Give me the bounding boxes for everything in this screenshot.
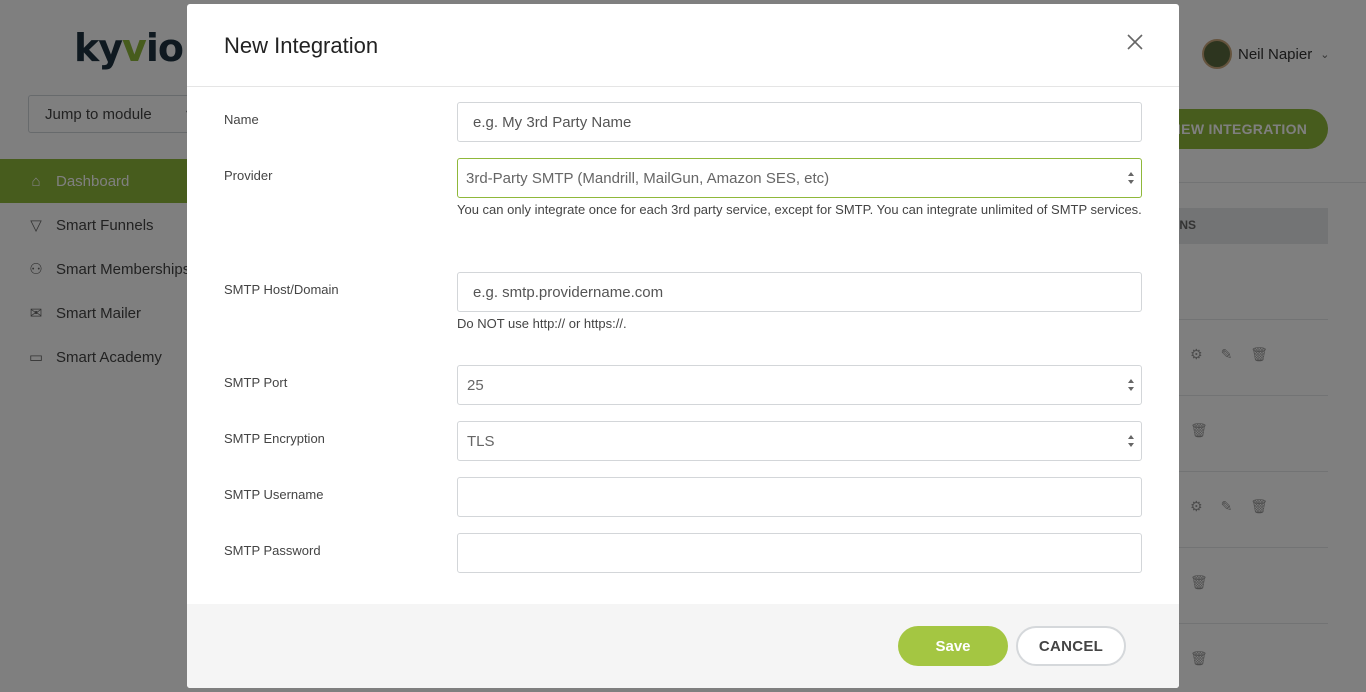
provider-select[interactable]: 3rd-Party SMTP (Mandrill, MailGun, Amazo… (457, 158, 1142, 198)
updown-arrows-icon (1128, 172, 1134, 184)
new-integration-modal: New Integration Name e.g. My 3rd Party N… (187, 4, 1179, 688)
provider-value: 3rd-Party SMTP (Mandrill, MailGun, Amazo… (466, 169, 830, 187)
close-icon (1127, 34, 1143, 50)
smtp-password-input[interactable] (457, 533, 1142, 573)
updown-arrows-icon (1128, 435, 1134, 447)
smtp-username-label: SMTP Username (224, 487, 324, 502)
smtp-username-input[interactable] (457, 477, 1142, 517)
save-button[interactable]: Save (898, 626, 1008, 666)
smtp-encryption-select[interactable]: TLS (457, 421, 1142, 461)
smtp-encryption-value: TLS (467, 432, 495, 450)
smtp-port-label: SMTP Port (224, 375, 288, 390)
name-input[interactable]: e.g. My 3rd Party Name (457, 102, 1142, 142)
modal-title: New Integration (224, 33, 379, 58)
smtp-port-select[interactable]: 25 (457, 365, 1142, 405)
smtp-encryption-label: SMTP Encryption (224, 431, 325, 446)
smtp-port-value: 25 (467, 376, 484, 394)
modal-header: New Integration (187, 4, 1179, 87)
name-placeholder: e.g. My 3rd Party Name (473, 113, 632, 131)
smtp-host-placeholder: e.g. smtp.providername.com (473, 283, 664, 301)
smtp-host-label: SMTP Host/Domain (224, 282, 339, 297)
updown-arrows-icon (1128, 379, 1134, 391)
cancel-button[interactable]: CANCEL (1016, 626, 1126, 666)
name-label: Name (224, 112, 259, 127)
provider-help-text: You can only integrate once for each 3rd… (457, 202, 1142, 217)
provider-label: Provider (224, 168, 273, 183)
modal-footer: Save CANCEL (187, 604, 1179, 688)
smtp-password-label: SMTP Password (224, 543, 321, 558)
close-button[interactable] (1125, 32, 1145, 52)
smtp-host-help-text: Do NOT use http:// or https://. (457, 316, 627, 331)
smtp-host-input[interactable]: e.g. smtp.providername.com (457, 272, 1142, 312)
